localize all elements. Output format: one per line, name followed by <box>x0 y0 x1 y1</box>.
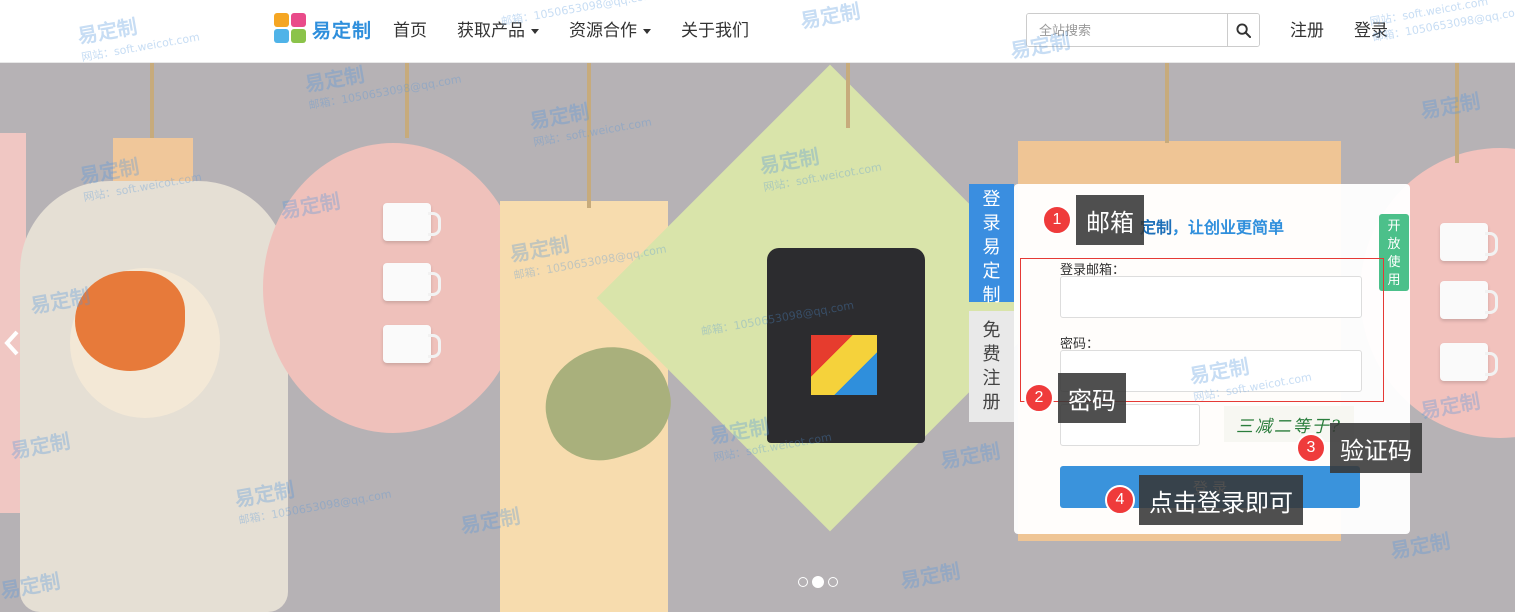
tab-register-char: 免 <box>982 320 1001 340</box>
hanging-string <box>405 63 409 138</box>
title-slogan: ，让创业更简单 <box>1172 220 1285 237</box>
carousel-dots <box>798 576 838 588</box>
caret-down-icon <box>643 28 651 34</box>
annotation-label: 密码 <box>1058 373 1126 423</box>
mug-image <box>383 263 441 301</box>
logo-icon <box>274 13 308 45</box>
register-link[interactable]: 注册 <box>1290 16 1324 41</box>
nav-home[interactable]: 首页 <box>393 16 427 41</box>
tab-register[interactable]: 免 费 注 册 <box>969 311 1014 422</box>
badge-char: 放 <box>1387 236 1401 251</box>
nav-partners-label: 资源合作 <box>569 20 637 40</box>
fox-illustration <box>75 271 185 371</box>
chevron-left-icon <box>4 330 19 356</box>
tab-login-char: 录 <box>982 213 1001 233</box>
logo-text: 易定制 <box>312 20 373 42</box>
annotation-number: 3 <box>1296 433 1326 463</box>
nav-products-label: 获取产品 <box>457 20 525 40</box>
tab-login-char: 制 <box>982 285 1001 305</box>
mug-image <box>383 325 441 363</box>
auth-links: 注册 登录 <box>1290 0 1388 56</box>
site-search <box>1026 13 1260 47</box>
hanging-string <box>846 63 850 128</box>
login-panel-title: 定制，让创业更简单 <box>1140 214 1284 238</box>
tab-login-char: 定 <box>982 261 1001 281</box>
tab-login[interactable]: 登 录 易 定 制 <box>969 184 1014 305</box>
search-icon <box>1236 22 1251 38</box>
hanging-string <box>587 63 591 208</box>
nav-products[interactable]: 获取产品 <box>457 16 539 41</box>
top-navbar: 易定制 首页 获取产品 资源合作 关于我们 注册 登录 <box>0 0 1515 63</box>
caret-down-icon <box>531 28 539 34</box>
hanging-string <box>1455 63 1459 163</box>
nav-partners[interactable]: 资源合作 <box>569 16 651 41</box>
search-input[interactable] <box>1027 14 1227 46</box>
search-button[interactable] <box>1227 14 1259 46</box>
carousel-dot[interactable] <box>798 577 808 587</box>
badge-char: 开 <box>1387 218 1401 233</box>
annotation-label: 邮箱 <box>1076 195 1144 245</box>
mug-image <box>1440 223 1498 261</box>
annotation-number: 2 <box>1024 383 1054 413</box>
nav-about[interactable]: 关于我们 <box>681 16 749 41</box>
tab-register-char: 费 <box>982 344 1001 364</box>
login-link[interactable]: 登录 <box>1354 16 1388 41</box>
tab-register-char: 册 <box>982 392 1001 412</box>
annotation-number: 4 <box>1105 485 1135 515</box>
annotation-password: 2 密码 <box>1024 373 1126 423</box>
rubiks-cube-print <box>811 335 877 395</box>
annotation-email: 1 邮箱 <box>1042 195 1144 245</box>
tab-register-char: 注 <box>982 368 1001 388</box>
annotation-number: 1 <box>1042 205 1072 235</box>
tab-login-char: 登 <box>982 189 1001 209</box>
carousel-dot[interactable] <box>828 577 838 587</box>
carousel-prev-button[interactable] <box>0 328 24 358</box>
hanging-string <box>1165 63 1169 143</box>
mug-image <box>1440 281 1498 319</box>
annotation-label: 验证码 <box>1330 423 1422 473</box>
tab-login-char: 易 <box>982 237 1001 257</box>
annotation-label: 点击登录即可 <box>1139 475 1303 525</box>
title-brand: 定制 <box>1140 220 1173 237</box>
main-nav: 首页 获取产品 资源合作 关于我们 <box>393 0 749 56</box>
mug-image <box>383 203 441 241</box>
mug-image <box>1440 343 1498 381</box>
annotation-captcha: 3 验证码 <box>1296 423 1422 473</box>
site-logo[interactable]: 易定制 <box>274 13 372 45</box>
carousel-dot-active[interactable] <box>812 576 824 588</box>
annotation-login: 4 点击登录即可 <box>1105 475 1303 525</box>
